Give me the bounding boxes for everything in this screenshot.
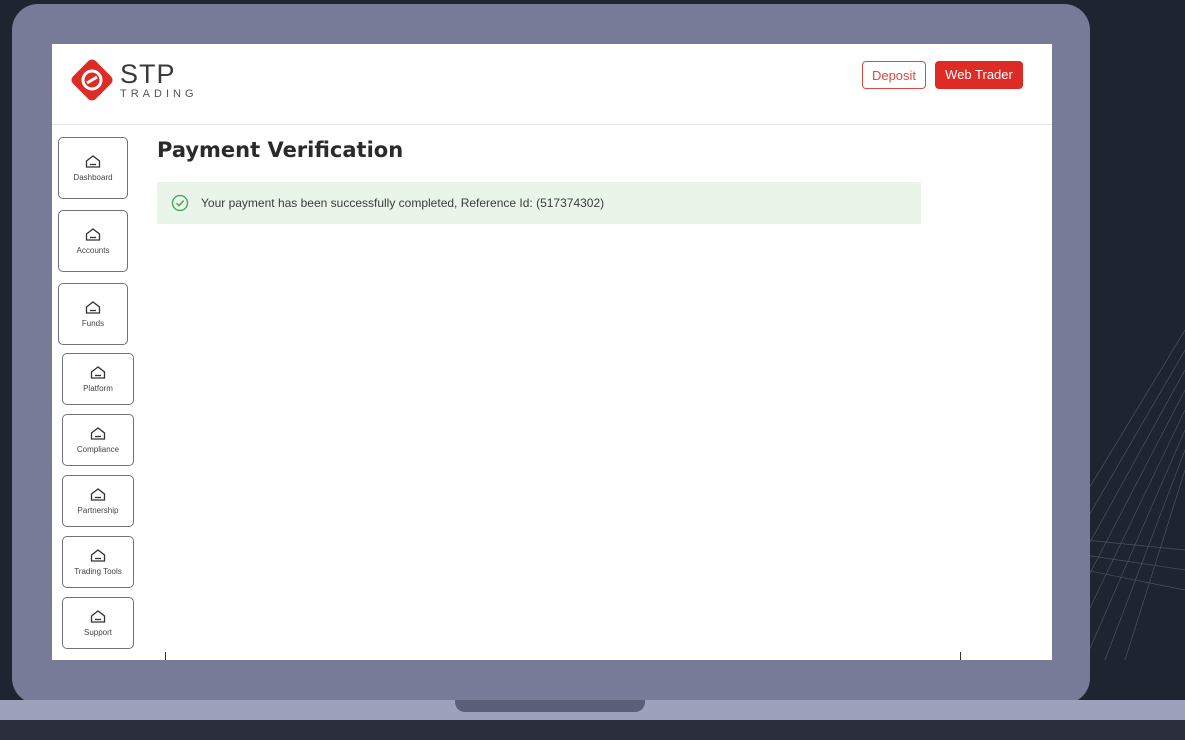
home-icon: [85, 154, 101, 168]
brand-name: STP: [120, 58, 176, 89]
home-icon: [90, 609, 106, 623]
sidebar-item-funds[interactable]: Funds: [58, 283, 128, 345]
sidebar-item-label: Partnership: [77, 505, 119, 515]
sidebar-item-compliance[interactable]: Compliance: [62, 414, 134, 466]
sidebar-item-platform[interactable]: Platform: [62, 353, 134, 405]
sidebar-item-label: Compliance: [76, 444, 120, 454]
sidebar-item-label: Dashboard: [73, 172, 113, 182]
home-icon: [90, 365, 106, 379]
sidebar-item-dashboard[interactable]: Dashboard: [58, 137, 128, 199]
sidebar-item-label: Support: [83, 627, 113, 637]
deposit-button[interactable]: Deposit: [862, 61, 926, 89]
sidebar-item-partnership[interactable]: Partnership: [62, 475, 134, 527]
top-bar: STP TRADING Deposit Web Trader: [52, 44, 1052, 125]
home-icon: [90, 426, 106, 440]
logo-icon: [68, 56, 116, 104]
sidebar-item-accounts[interactable]: Accounts: [58, 210, 128, 272]
home-icon: [90, 548, 106, 562]
divider: [960, 652, 961, 660]
home-icon: [90, 487, 106, 501]
sidebar-item-label: Trading Tools: [74, 566, 122, 576]
page-title: Payment Verification: [157, 138, 404, 162]
sidebar-item-label: Funds: [81, 318, 105, 328]
sidebar-item-label: Platform: [83, 383, 113, 393]
home-icon: [85, 227, 101, 241]
sidebar-item-label: Accounts: [76, 245, 110, 255]
laptop-notch: [455, 700, 645, 712]
home-icon: [85, 300, 101, 314]
app-screen: STP TRADING Deposit Web Trader Dashboard…: [52, 44, 1052, 660]
sidebar-item-support[interactable]: Support: [62, 597, 134, 649]
divider: [165, 652, 166, 660]
alert-message: Your payment has been successfully compl…: [201, 196, 605, 210]
success-alert: Your payment has been successfully compl…: [157, 182, 921, 224]
check-circle-icon: [171, 194, 189, 212]
laptop-base-shadow: [0, 718, 1185, 740]
sidebar-item-trading-tools[interactable]: Trading Tools: [62, 536, 134, 588]
brand-logo[interactable]: STP TRADING: [68, 56, 198, 104]
brand-subtitle: TRADING: [120, 87, 198, 100]
web-trader-button[interactable]: Web Trader: [935, 61, 1023, 89]
